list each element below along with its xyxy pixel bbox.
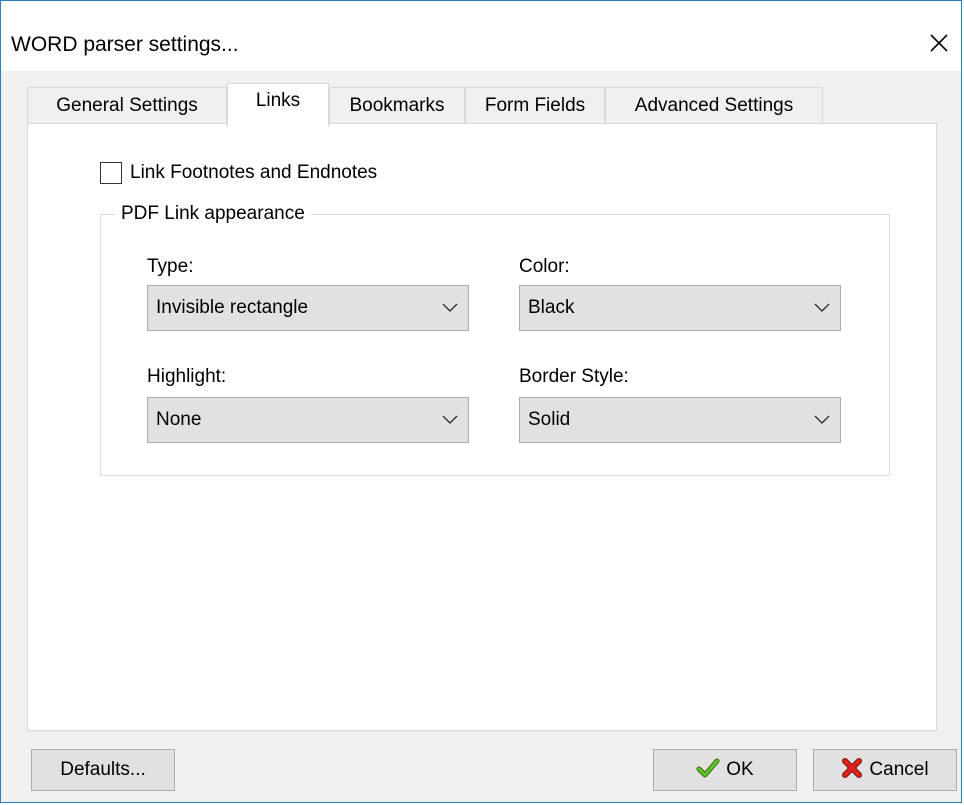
border-style-select[interactable]: Solid: [519, 397, 841, 443]
cross-icon: [842, 757, 863, 778]
group-title: PDF Link appearance: [115, 202, 311, 226]
tab-label: Form Fields: [484, 95, 586, 116]
ok-button[interactable]: OK: [653, 749, 797, 791]
tab-label: Bookmarks: [349, 95, 445, 116]
color-label: Color:: [519, 256, 570, 277]
pdf-link-appearance-group: PDF Link appearance Type: Invisible rect…: [100, 202, 890, 476]
tab-bookmarks[interactable]: Bookmarks: [329, 87, 465, 125]
chevron-down-icon: [442, 303, 458, 312]
border-style-label: Border Style:: [519, 366, 629, 387]
links-tab-panel: Link Footnotes and Endnotes PDF Link app…: [27, 123, 937, 731]
cancel-button-label: Cancel: [869, 759, 929, 780]
title-bar: WORD parser settings...: [1, 1, 961, 71]
highlight-select[interactable]: None: [147, 397, 469, 443]
defaults-button[interactable]: Defaults...: [31, 749, 175, 791]
type-select[interactable]: Invisible rectangle: [147, 285, 469, 331]
tab-label: General Settings: [56, 95, 198, 116]
highlight-label: Highlight:: [147, 366, 227, 387]
tab-links[interactable]: Links: [227, 83, 329, 127]
tab-general-settings[interactable]: General Settings: [27, 87, 227, 125]
close-icon[interactable]: [923, 27, 955, 59]
cancel-button[interactable]: Cancel: [813, 749, 957, 791]
tab-label: Links: [255, 90, 301, 111]
chevron-down-icon: [814, 415, 830, 424]
defaults-button-label: Defaults...: [60, 759, 146, 780]
tab-advanced-settings[interactable]: Advanced Settings: [605, 87, 823, 125]
link-footnotes-label[interactable]: Link Footnotes and Endnotes: [130, 161, 377, 185]
chevron-down-icon: [442, 415, 458, 424]
color-select-value: Black: [528, 297, 575, 318]
checkmark-icon: [696, 758, 720, 778]
tab-form-fields[interactable]: Form Fields: [465, 87, 605, 125]
link-footnotes-checkbox[interactable]: [100, 162, 122, 184]
dialog-window: WORD parser settings... General Settings…: [0, 0, 962, 803]
highlight-select-value: None: [156, 409, 202, 430]
color-select[interactable]: Black: [519, 285, 841, 331]
type-select-value: Invisible rectangle: [156, 297, 309, 318]
chevron-down-icon: [814, 303, 830, 312]
border-style-select-value: Solid: [528, 409, 571, 430]
type-label: Type:: [147, 256, 194, 277]
tab-label: Advanced Settings: [634, 95, 794, 116]
ok-button-label: OK: [726, 759, 754, 780]
window-title: WORD parser settings...: [11, 33, 239, 56]
